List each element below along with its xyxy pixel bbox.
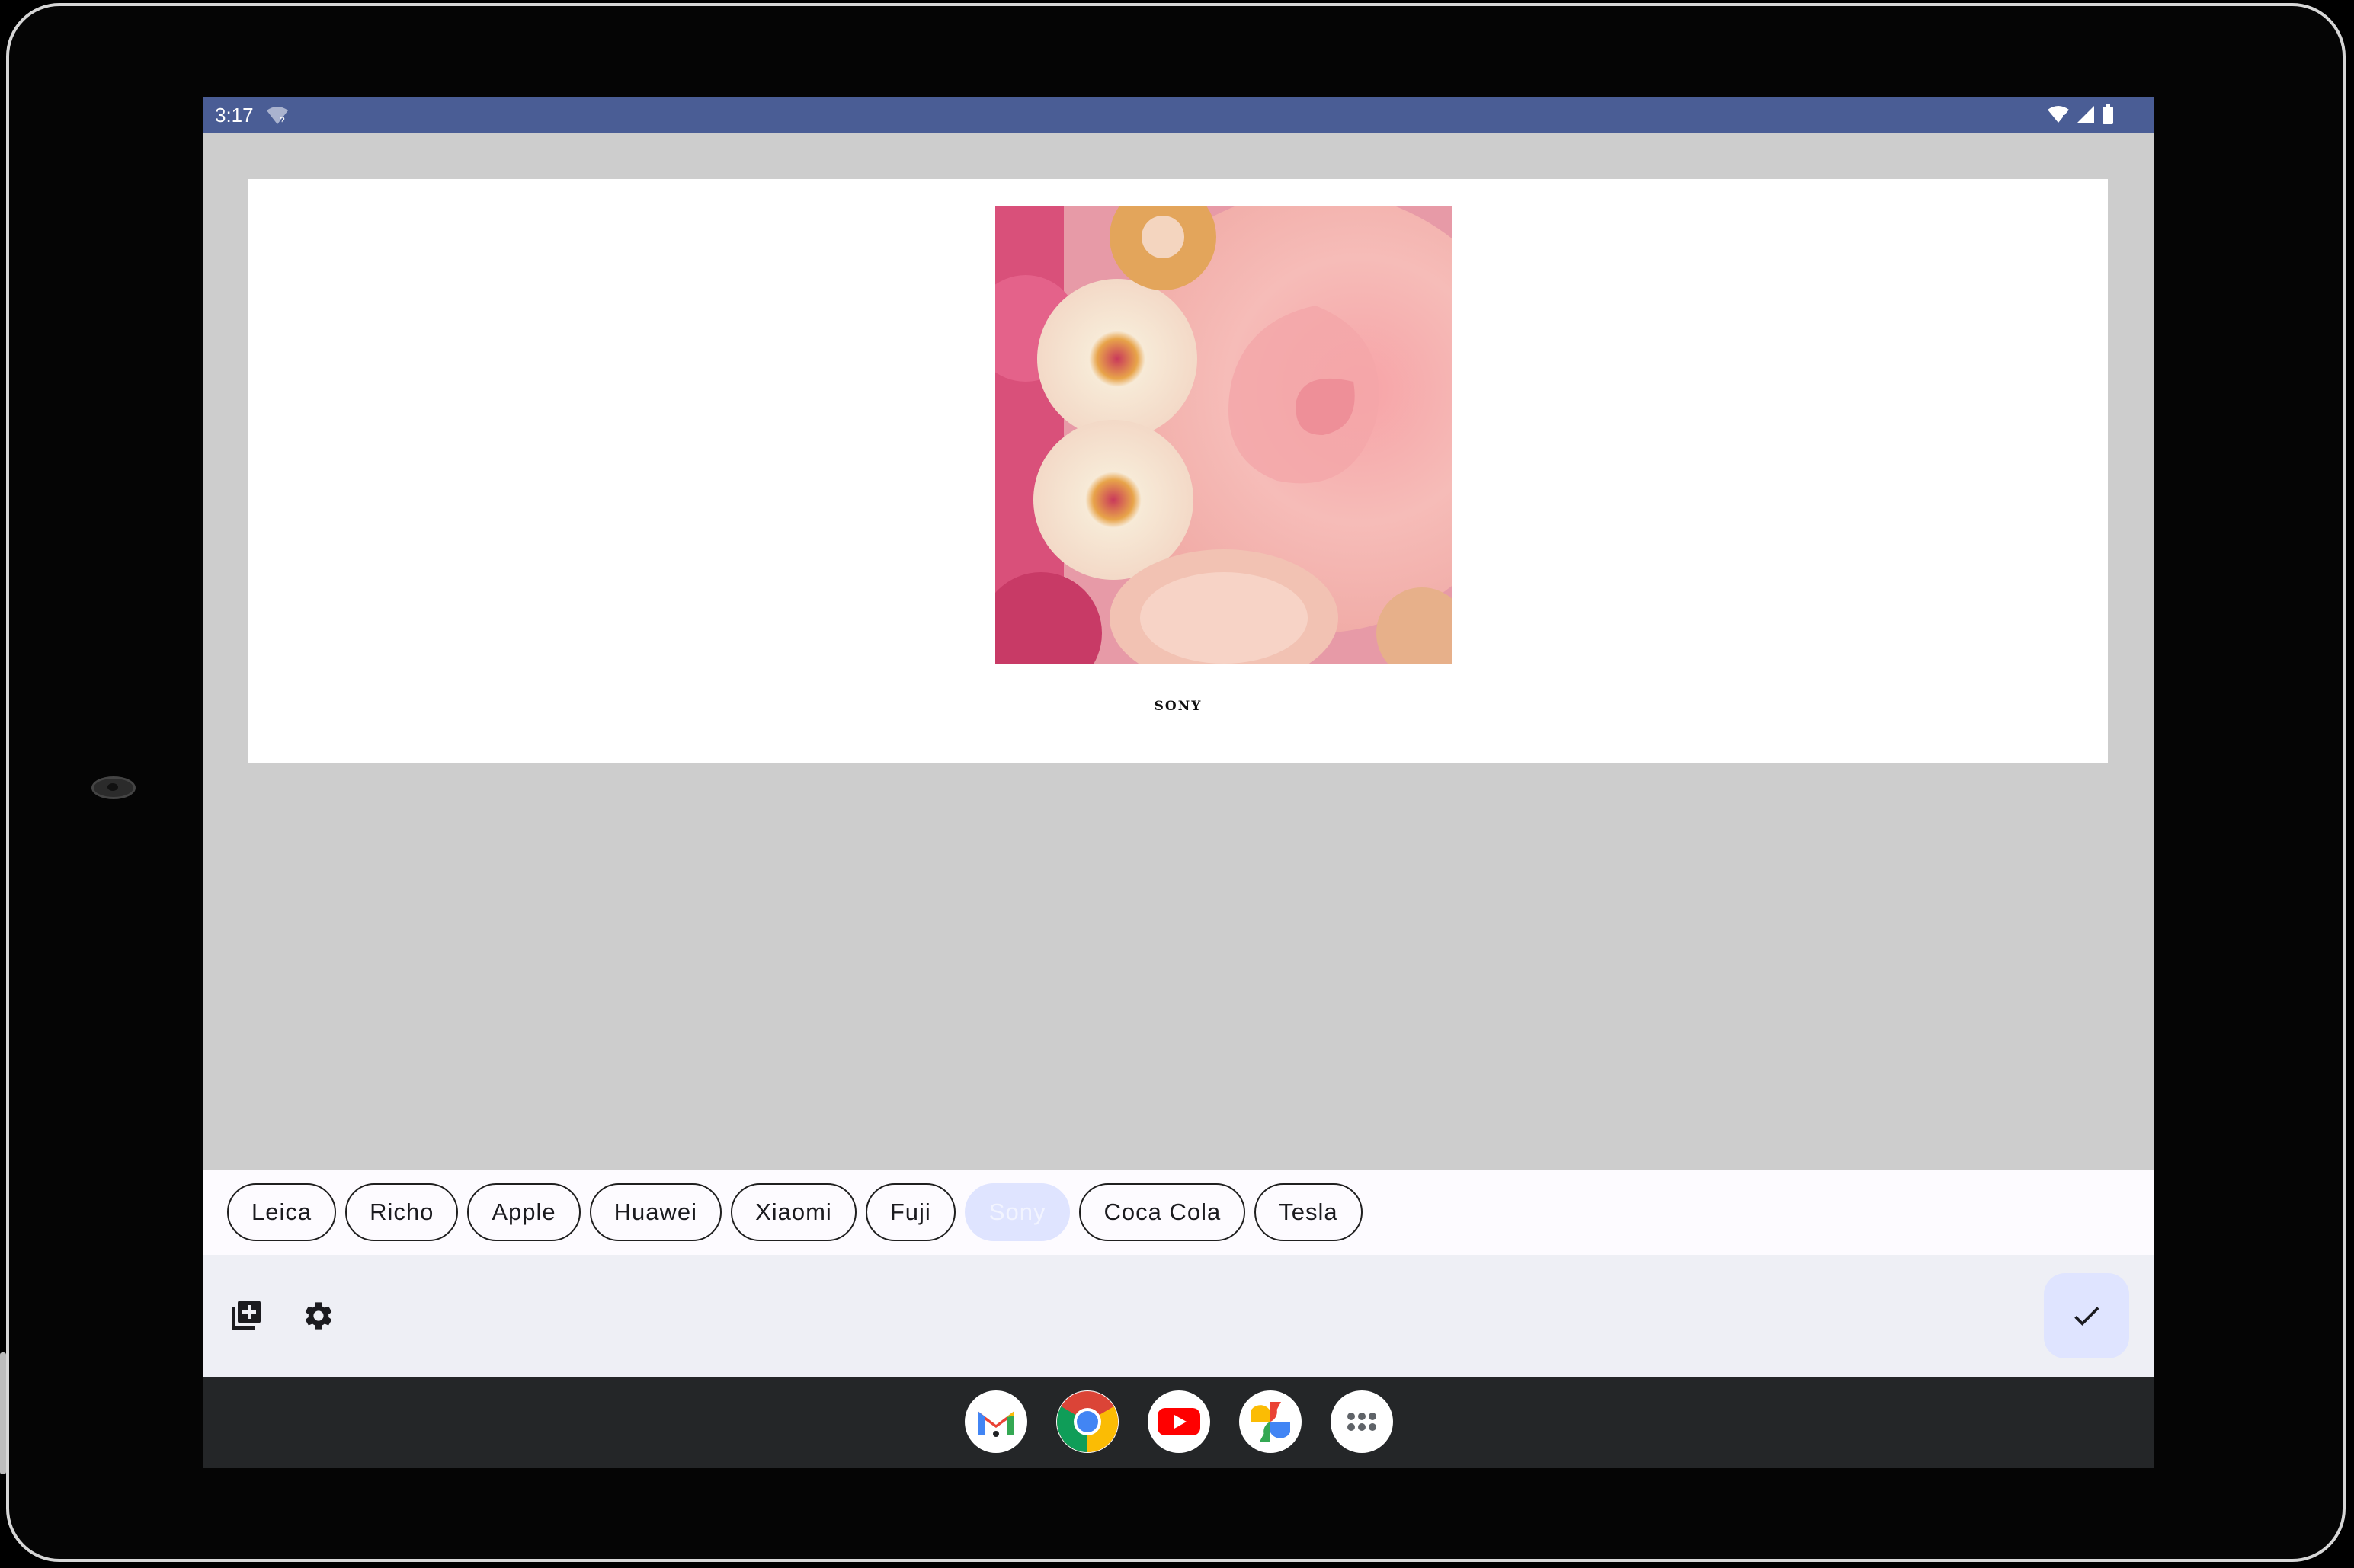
gmail-icon	[978, 1411, 1014, 1437]
wifi-question-icon: ?	[267, 107, 288, 126]
confirm-button[interactable]	[2044, 1273, 2129, 1358]
add-photo-icon	[232, 1301, 261, 1330]
status-time: 3:17	[215, 104, 254, 126]
signal-icon	[2077, 106, 2094, 123]
battery-icon	[2103, 104, 2113, 124]
flowers-image	[995, 206, 1452, 664]
brand-chip-tesla[interactable]: Tesla	[1254, 1183, 1363, 1241]
status-bar: 3:17 ?	[203, 97, 2154, 133]
brand-chip-sony[interactable]: Sony	[964, 1183, 1071, 1241]
brand-chip-coca-cola[interactable]: Coca Cola	[1079, 1183, 1246, 1241]
status-icons	[2047, 104, 2114, 124]
dock-icons	[965, 1390, 1393, 1453]
chrome-icon	[1057, 1391, 1118, 1452]
brand-chip-xiaomi[interactable]: Xiaomi	[731, 1183, 857, 1241]
brand-chip-fuji[interactable]: Fuji	[865, 1183, 956, 1241]
brand-chip-bar: Leica Richo Apple Huawei Xiaomi Fuji Sony Coca …	[203, 1170, 2154, 1255]
photos-app[interactable]	[1239, 1390, 1302, 1453]
settings-button[interactable]	[297, 1294, 340, 1337]
wifi-icon	[2048, 106, 2069, 123]
check-icon	[2074, 1307, 2099, 1326]
settings-icon	[305, 1302, 332, 1330]
brand-chip-leica[interactable]: Leica	[227, 1183, 337, 1241]
app-drawer-icon	[1347, 1413, 1376, 1431]
app-dock	[203, 1377, 2154, 1468]
svg-text:?: ?	[280, 115, 285, 126]
power-button	[0, 1352, 6, 1474]
youtube-icon	[1158, 1408, 1200, 1435]
brand-chip-richo[interactable]: Richo	[345, 1183, 459, 1241]
gmail-app[interactable]	[965, 1390, 1027, 1453]
front-camera	[91, 776, 136, 799]
youtube-app[interactable]	[1148, 1390, 1210, 1453]
app-drawer[interactable]	[1331, 1390, 1393, 1453]
chrome-app[interactable]	[1056, 1390, 1119, 1453]
preview-photo[interactable]	[995, 206, 1452, 664]
bottom-toolbar	[203, 1255, 2154, 1377]
brand-watermark-text: SONY	[1154, 699, 1203, 714]
photos-icon	[1251, 1402, 1290, 1442]
brand-chip-huawei[interactable]: Huawei	[589, 1183, 722, 1241]
screen: 3:17 ? SONY Leica Richo Apple Huawei Xia…	[203, 97, 2154, 1468]
brand-chip-list: Leica Richo Apple Huawei Xiaomi Fuji Sony Coca …	[227, 1183, 1363, 1241]
add-photo-button[interactable]	[224, 1294, 267, 1337]
brand-chip-apple[interactable]: Apple	[467, 1183, 581, 1241]
watermark-preview-card: SONY	[248, 179, 2108, 763]
